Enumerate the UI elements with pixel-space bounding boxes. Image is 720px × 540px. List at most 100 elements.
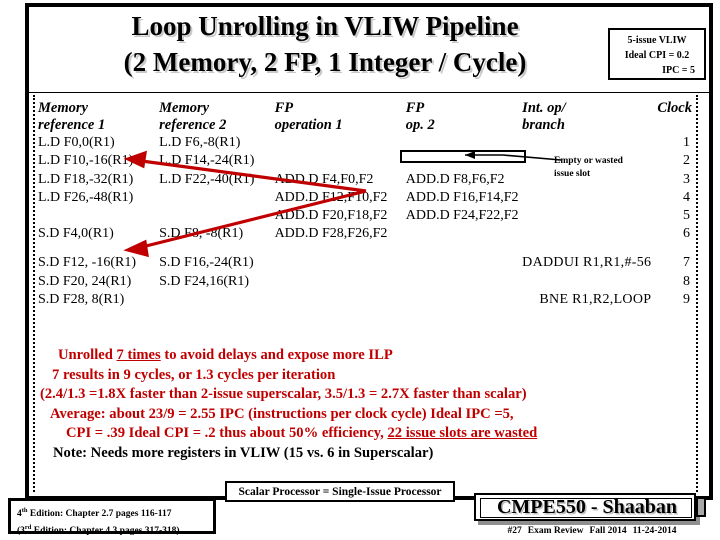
title-divider [29,92,710,93]
footer-course-name: Exam Review [527,526,584,536]
cell-fp-op-2 [406,254,522,272]
cell-memory-reference-1: L.D F10,-16(R1) [38,153,134,169]
cell-fp-op-2: ADD.D F24,F22,F2 [405,208,519,224]
table-row: L.D F0,0(R1) L.D F6,-8(R1) 1 [38,134,696,152]
table-row: S.D F4,0(R1) S.D F8, -8(R1) ADD.D F28,F26,… [38,225,696,254]
cell-fp-op-2 [406,291,522,309]
cell-fp-operation-1 [275,291,406,309]
cell-clock: 6 [683,226,690,242]
col-header-memory-reference-1: Memory reference 1 [38,100,106,133]
page-title-line-1: Loop Unrolling in VLIW Pipeline [131,11,519,41]
analysis-line-5: CPI = .39 Ideal CPI = .2 thus about 50% … [40,424,690,444]
edition-reference-box: 4th Edition: Chapter 2.7 pages 116-117 (… [8,498,216,536]
cell-memory-reference-1: S.D F20, 24(R1) [38,273,132,289]
cell-fp-operation-1: ADD.D F20,F18,F2 [274,208,388,224]
vliw-info-box: 5-issue VLIW Ideal CPI = 0.2 IPC = 5 [608,28,706,80]
cell-memory-reference-1 [38,207,159,225]
cell-fp-op-2 [406,225,522,254]
vliw-schedule-table: Memory reference 1 Memory reference 2 FP… [38,100,696,309]
table-row: S.D F20, 24(R1) S.D F24,16(R1) 8 [38,273,696,291]
cell-fp-operation-1 [275,273,406,291]
cell-memory-reference-1: L.D F26,-48(R1) [38,189,134,205]
page-title: Loop Unrolling in VLIW Pipeline (2 Memor… [30,8,620,80]
edition-line-2-post: Edition: Chapter 4.3 pages 317-318) [31,526,180,537]
table-row: L.D F26,-48(R1) ADD.D F12,F10,F2 ADD.D F16… [38,189,696,207]
vliw-info-issue: 5-issue VLIW [627,35,687,46]
cell-memory-reference-2 [159,291,274,309]
footer-date: 11-24-2014 [632,526,677,536]
cell-clock: 7 [683,255,690,271]
cell-memory-reference-1: L.D F0,0(R1) [38,135,115,150]
table-header-row: Memory reference 1 Memory reference 2 FP… [38,100,696,134]
cell-memory-reference-2: L.D F14,-24(R1) [159,153,255,169]
cell-memory-reference-2: S.D F8, -8(R1) [159,226,244,242]
cell-memory-reference-1: L.D F18,-32(R1) [38,171,134,187]
cell-fp-operation-1: ADD.D F4,F0,F2 [274,171,374,187]
empty-slot-label-line-2: issue slot [554,169,591,179]
cell-memory-reference-1: S.D F28, 8(R1) [38,292,125,308]
col-header-int-op-branch: Int. op/ branch [522,100,566,133]
cell-clock: 8 [683,273,690,289]
analysis-line-4: Average: about 23/9 = 2.55 IPC (instruct… [50,405,514,422]
analysis-line-2: 7 results in 9 cycles, or 1.3 cycles per… [52,366,336,383]
cell-memory-reference-2: S.D F16,-24(R1) [159,255,254,271]
analysis-line-6-note: Note: Needs more registers in VLIW (15 v… [53,444,434,461]
col-header-fp-operation-1: FP operation 1 [274,100,343,133]
cell-memory-reference-2 [159,189,274,207]
scalar-processor-note: Scalar Processor = Single-Issue Processo… [225,481,455,502]
cell-int-op-branch: DADDUI R1,R1,#-56 [522,255,652,271]
vliw-info-ipc: IPC = 5 [662,65,695,76]
cell-clock: 4 [683,189,690,205]
cell-fp-operation-1 [275,152,406,170]
col-header-clock: Clock [657,100,692,116]
cell-memory-reference-2: L.D F22,-40(R1) [159,171,255,187]
col-header-fp-op-2: FP op. 2 [405,100,435,133]
edition-line-1-post: Edition: Chapter 2.7 pages 116-117 [27,509,172,520]
cell-fp-op-2: ADD.D F8,F6,F2 [405,171,505,187]
cell-fp-op-2 [406,273,522,291]
empty-slot-callout-arrow [465,151,562,161]
cell-clock: 5 [683,208,690,224]
cell-fp-op-2: ADD.D F16,F14,F2 [405,189,519,205]
footer-slide-number: #27 [507,526,522,536]
footer-course-block: CMPE550 - Shaaban #27 Exam Review Fall 201… [470,489,712,537]
edition-line-1: 4th Edition: Chapter 2.7 pages 116-117 [17,504,213,521]
footer-course-title: CMPE550 - Shaaban [496,496,678,518]
analysis-line-5-underline: 22 issue slots are wasted [387,425,538,442]
empty-slot-label: Empty or wasted issue slot [554,155,684,181]
analysis-line-3: (2.4/1.3 =1.8X faster than 2-issue super… [40,386,527,403]
cell-int-op-branch [522,189,657,207]
cell-int-op-branch [522,225,657,254]
analysis-line-1: Unrolled 7 times to avoid delays and exp… [40,346,690,366]
cell-int-op-branch: BNE R1,R2,LOOP [539,292,652,308]
table-row: ADD.D F20,F18,F2 ADD.D F24,F22,F2 5 [38,207,696,225]
cell-fp-operation-1: ADD.D F28,F26,F2 [274,226,388,242]
cell-int-op-branch [522,207,657,225]
analysis-text-block: Unrolled 7 times to avoid delays and exp… [40,346,690,464]
cell-int-op-branch [522,273,657,291]
cell-memory-reference-2: L.D F6,-8(R1) [159,135,241,150]
table-row: S.D F28, 8(R1) BNE R1,R2,LOOP 9 [38,291,696,309]
edition-line-2: (3rd Edition: Chapter 4.3 pages 317-318) [17,521,213,538]
cell-memory-reference-1: S.D F12, -16(R1) [38,255,137,271]
cell-memory-reference-1: S.D F4,0(R1) [38,226,114,242]
footer-term: Fall 2014 [589,526,627,536]
analysis-line-1-a: Unrolled [58,347,117,363]
cell-memory-reference-2 [159,207,274,225]
footer-meta: #27 Exam Review Fall 2014 11-24-2014 [478,525,706,537]
analysis-line-1-underline: 7 times [116,347,161,363]
analysis-line-5-a: CPI = .39 Ideal CPI = .2 thus about 50% … [66,425,388,442]
analysis-line-1-b: to avoid delays and expose more ILP [160,347,393,363]
vliw-info-ideal-cpi: Ideal CPI = 0.2 [624,50,690,61]
cell-fp-operation-1 [275,134,406,152]
edition-line-2-pre: (3 [17,526,25,537]
cell-fp-operation-1: ADD.D F12,F10,F2 [274,189,388,205]
cell-clock: 1 [683,135,690,150]
cell-memory-reference-2: S.D F24,16(R1) [159,273,249,289]
footer-tab [696,497,706,517]
empty-slot-label-line-1: Empty or wasted [554,156,623,166]
cell-fp-operation-1 [275,254,406,272]
col-header-memory-reference-2: Memory reference 2 [159,100,227,133]
page-title-line-2: (2 Memory, 2 FP, 1 Integer / Cycle) [123,47,527,77]
cell-clock: 9 [683,292,690,308]
